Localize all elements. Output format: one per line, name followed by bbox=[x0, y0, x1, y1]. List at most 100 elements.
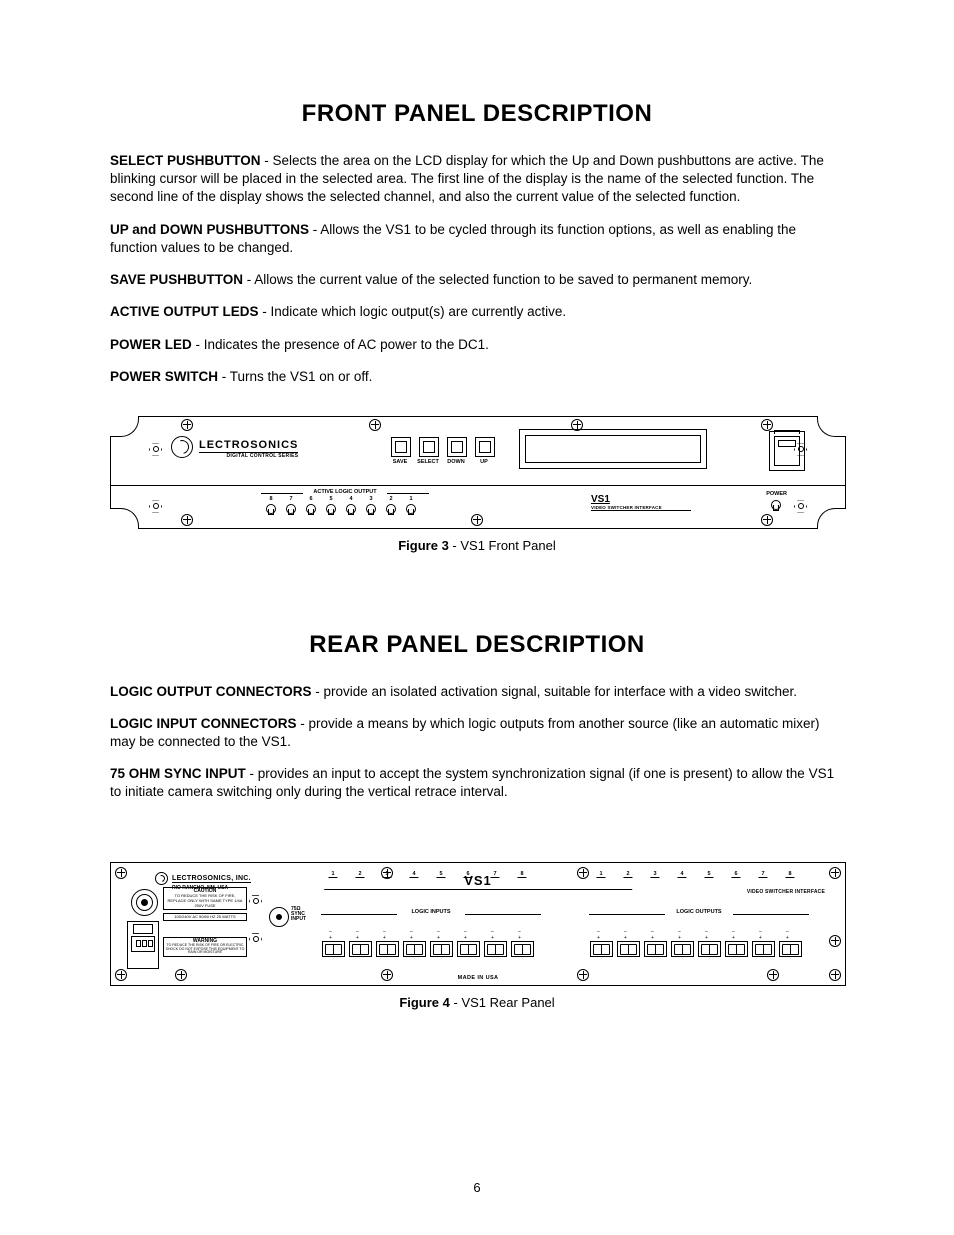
term: LOGIC OUTPUT CONNECTORS bbox=[110, 684, 312, 699]
channel-number: 8 bbox=[785, 871, 794, 878]
hex-screw-icon bbox=[149, 500, 162, 513]
terminal-connector[interactable] bbox=[590, 941, 613, 957]
term: ACTIVE OUTPUT LEDS bbox=[110, 304, 259, 319]
corner-cut bbox=[817, 416, 846, 437]
terminal-connector[interactable] bbox=[698, 941, 721, 957]
led-number: 4 bbox=[349, 496, 352, 502]
term: 75 OHM SYNC INPUT bbox=[110, 766, 246, 781]
screw-icon bbox=[767, 969, 779, 981]
led-number: 7 bbox=[289, 496, 292, 502]
channel-number: 4 bbox=[677, 871, 686, 878]
terminal-connector[interactable] bbox=[403, 941, 426, 957]
warning-body: TO REDUCE THE RISK OF FIRE OR ELECTRIC S… bbox=[166, 943, 245, 954]
fuse-holder-icon[interactable] bbox=[131, 889, 158, 916]
term: SELECT PUSHBUTTON bbox=[110, 153, 261, 168]
terminal-connector[interactable] bbox=[752, 941, 775, 957]
swirl-icon bbox=[171, 436, 193, 458]
led-icon bbox=[286, 504, 296, 514]
term: POWER LED bbox=[110, 337, 192, 352]
figure-caption-text: - VS1 Rear Panel bbox=[450, 995, 555, 1010]
hex-screw-icon bbox=[794, 500, 807, 513]
polarity: – + bbox=[597, 929, 605, 941]
power-label: POWER bbox=[766, 491, 787, 497]
polarity: – + bbox=[437, 929, 445, 941]
front-item-4: ACTIVE OUTPUT LEDS - Indicate which logi… bbox=[110, 303, 844, 321]
terminal-connector[interactable] bbox=[484, 941, 507, 957]
model-name: VS1 bbox=[591, 494, 691, 505]
iec-power-inlet[interactable] bbox=[127, 921, 159, 969]
brand-logo: LECTROSONICS DIGITAL CONTROL SERIES bbox=[171, 435, 298, 459]
led-icon bbox=[366, 504, 376, 514]
polarity: – + bbox=[759, 929, 767, 941]
term: UP and DOWN PUSHBUTTONS bbox=[110, 222, 309, 237]
figure-caption-text: - VS1 Front Panel bbox=[449, 538, 556, 553]
polarity: – + bbox=[624, 929, 632, 941]
select-button[interactable] bbox=[419, 437, 439, 457]
model-subtitle: VIDEO SWITCHER INTERFACE bbox=[747, 889, 825, 895]
screw-icon bbox=[829, 867, 841, 879]
led-icon bbox=[326, 504, 336, 514]
channel-number: 5 bbox=[436, 871, 445, 878]
button-label: UP bbox=[480, 459, 488, 465]
rear-item-3: 75 OHM SYNC INPUT - provides an input to… bbox=[110, 765, 844, 801]
terminal-connector[interactable] bbox=[376, 941, 399, 957]
terminal-connector[interactable] bbox=[457, 941, 480, 957]
screw-icon bbox=[181, 514, 193, 526]
terminal-connector[interactable] bbox=[349, 941, 372, 957]
caution-body: TO REDUCE THE RISK OF FIRE, REPLACE ONLY… bbox=[168, 893, 243, 907]
front-item-5: POWER LED - Indicates the presence of AC… bbox=[110, 336, 844, 354]
polarity: – + bbox=[651, 929, 659, 941]
channel-number: 3 bbox=[382, 871, 391, 878]
model-label: VS1 VIDEO SWITCHER INTERFACE bbox=[591, 494, 691, 511]
hex-screw-icon bbox=[149, 443, 162, 456]
term: POWER SWITCH bbox=[110, 369, 218, 384]
warning-label: WARNINGTO REDUCE THE RISK OF FIRE OR ELE… bbox=[163, 937, 247, 957]
term: LOGIC INPUT CONNECTORS bbox=[110, 716, 297, 731]
group-title: LOGIC INPUTS bbox=[408, 909, 453, 915]
screw-icon bbox=[829, 935, 841, 947]
up-button[interactable] bbox=[475, 437, 495, 457]
terminal-connector[interactable] bbox=[430, 941, 453, 957]
rear-left-cluster: LECTROSONICS, INC. RIO RANCHO, NM, USA C… bbox=[121, 865, 291, 975]
swirl-icon bbox=[155, 872, 168, 885]
figure-label: Figure 4 bbox=[399, 995, 450, 1010]
screw-icon bbox=[577, 969, 589, 981]
model-sub: VIDEO SWITCHER INTERFACE bbox=[591, 505, 691, 510]
polarity: – + bbox=[705, 929, 713, 941]
led-icon bbox=[306, 504, 316, 514]
save-button[interactable] bbox=[391, 437, 411, 457]
model-title: VS1 bbox=[324, 873, 632, 890]
down-button[interactable] bbox=[447, 437, 467, 457]
brand-name: LECTROSONICS bbox=[199, 439, 298, 453]
terminal-connector[interactable] bbox=[644, 941, 667, 957]
polarity: – + bbox=[491, 929, 499, 941]
led-number: 6 bbox=[309, 496, 312, 502]
screw-icon bbox=[369, 419, 381, 431]
rear-heading: REAR PANEL DESCRIPTION bbox=[110, 631, 844, 659]
figure-3-caption: Figure 3 - VS1 Front Panel bbox=[110, 537, 844, 555]
rear-item-2: LOGIC INPUT CONNECTORS - provide a means… bbox=[110, 715, 844, 751]
body: - Allows the current value of the select… bbox=[243, 272, 752, 287]
polarity: – + bbox=[356, 929, 364, 941]
screw-icon bbox=[471, 514, 483, 526]
hex-screw-icon bbox=[249, 933, 262, 946]
terminal-connector[interactable] bbox=[322, 941, 345, 957]
made-in-label: MADE IN USA bbox=[458, 975, 499, 981]
button-label: SELECT bbox=[417, 459, 439, 465]
channel-number: 2 bbox=[623, 871, 632, 878]
channel-number: 7 bbox=[758, 871, 767, 878]
terminal-connector[interactable] bbox=[779, 941, 802, 957]
sync-input-bnc[interactable] bbox=[269, 907, 289, 927]
channel-number: 6 bbox=[731, 871, 740, 878]
led-icon bbox=[266, 504, 276, 514]
sync-label: 75Ω SYNC INPUT bbox=[291, 907, 306, 922]
terminal-connector[interactable] bbox=[617, 941, 640, 957]
terminal-connector[interactable] bbox=[511, 941, 534, 957]
led-number: 3 bbox=[369, 496, 372, 502]
power-switch[interactable] bbox=[769, 431, 805, 471]
led-number: 1 bbox=[409, 496, 412, 502]
channel-number: 5 bbox=[704, 871, 713, 878]
terminal-connector[interactable] bbox=[725, 941, 748, 957]
channel-number: 3 bbox=[650, 871, 659, 878]
terminal-connector[interactable] bbox=[671, 941, 694, 957]
